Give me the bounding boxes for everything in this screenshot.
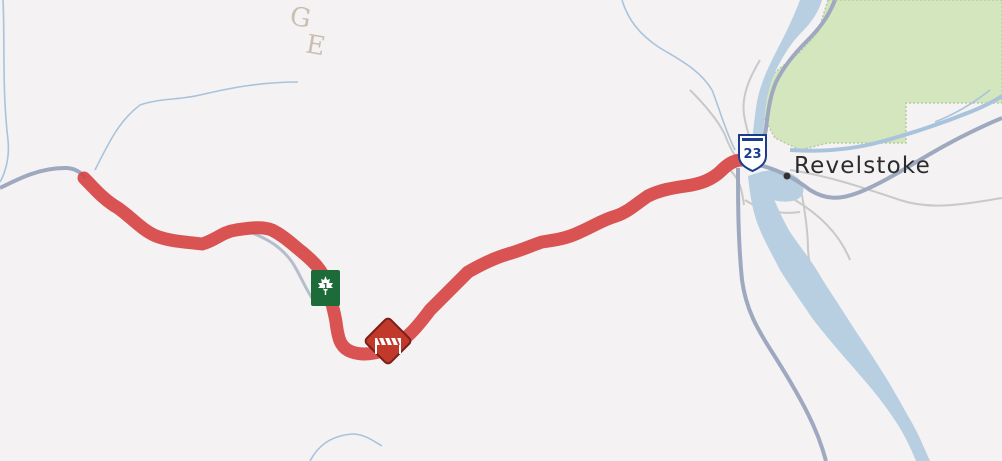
map-svg[interactable]: 1 23 Revelstoke G E xyxy=(0,0,1002,461)
map-canvas[interactable]: 1 23 Revelstoke G E xyxy=(0,0,1002,461)
trans-canada-number: 1 xyxy=(323,282,329,291)
highway-23-number: 23 xyxy=(743,147,761,162)
city-label[interactable]: Revelstoke xyxy=(794,153,931,179)
highway-shield-icon[interactable]: 23 xyxy=(738,134,767,173)
trans-canada-marker[interactable]: 1 xyxy=(311,270,340,306)
city-dot-icon[interactable] xyxy=(783,172,791,180)
